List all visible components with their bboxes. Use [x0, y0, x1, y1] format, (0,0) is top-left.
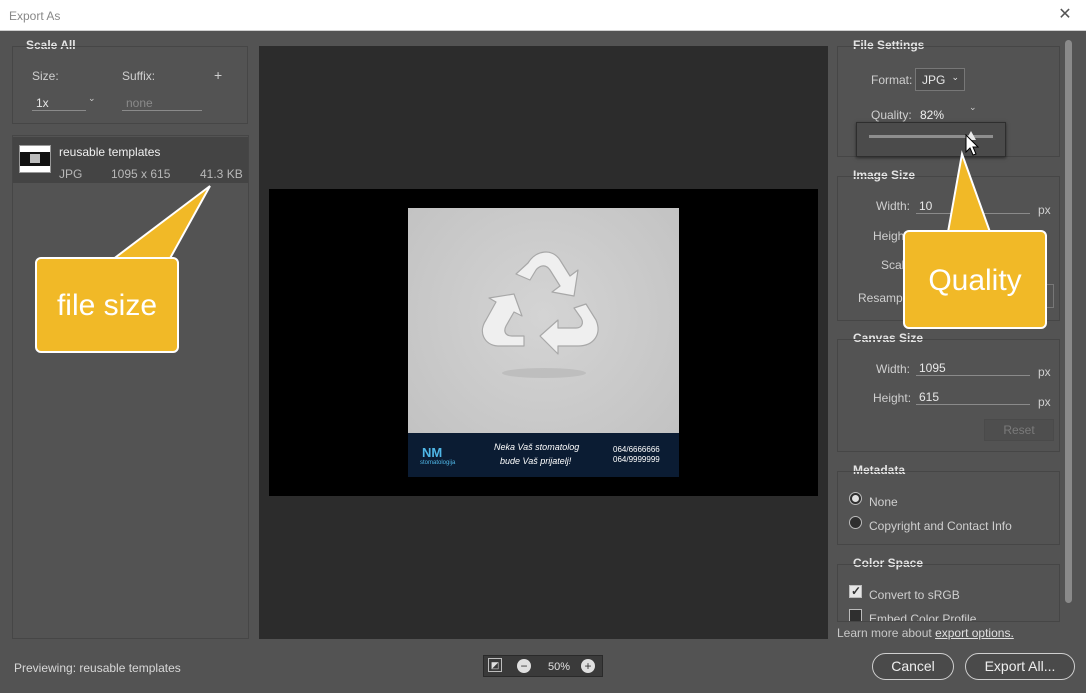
export-all-button[interactable]: Export All... — [965, 653, 1075, 680]
cancel-button[interactable]: Cancel — [872, 653, 954, 680]
zoom-level: 50% — [548, 661, 571, 673]
zoom-out-icon[interactable]: − — [517, 659, 531, 673]
previewing-status: Previewing: reusable templates — [14, 661, 181, 675]
zoom-controls: ◩ − 50% + — [483, 655, 603, 677]
quality-callout: Quality — [903, 230, 1047, 329]
zoom-in-icon[interactable]: + — [581, 659, 595, 673]
file-size-callout: file size — [35, 257, 179, 353]
fit-screen-icon[interactable]: ◩ — [488, 658, 502, 672]
